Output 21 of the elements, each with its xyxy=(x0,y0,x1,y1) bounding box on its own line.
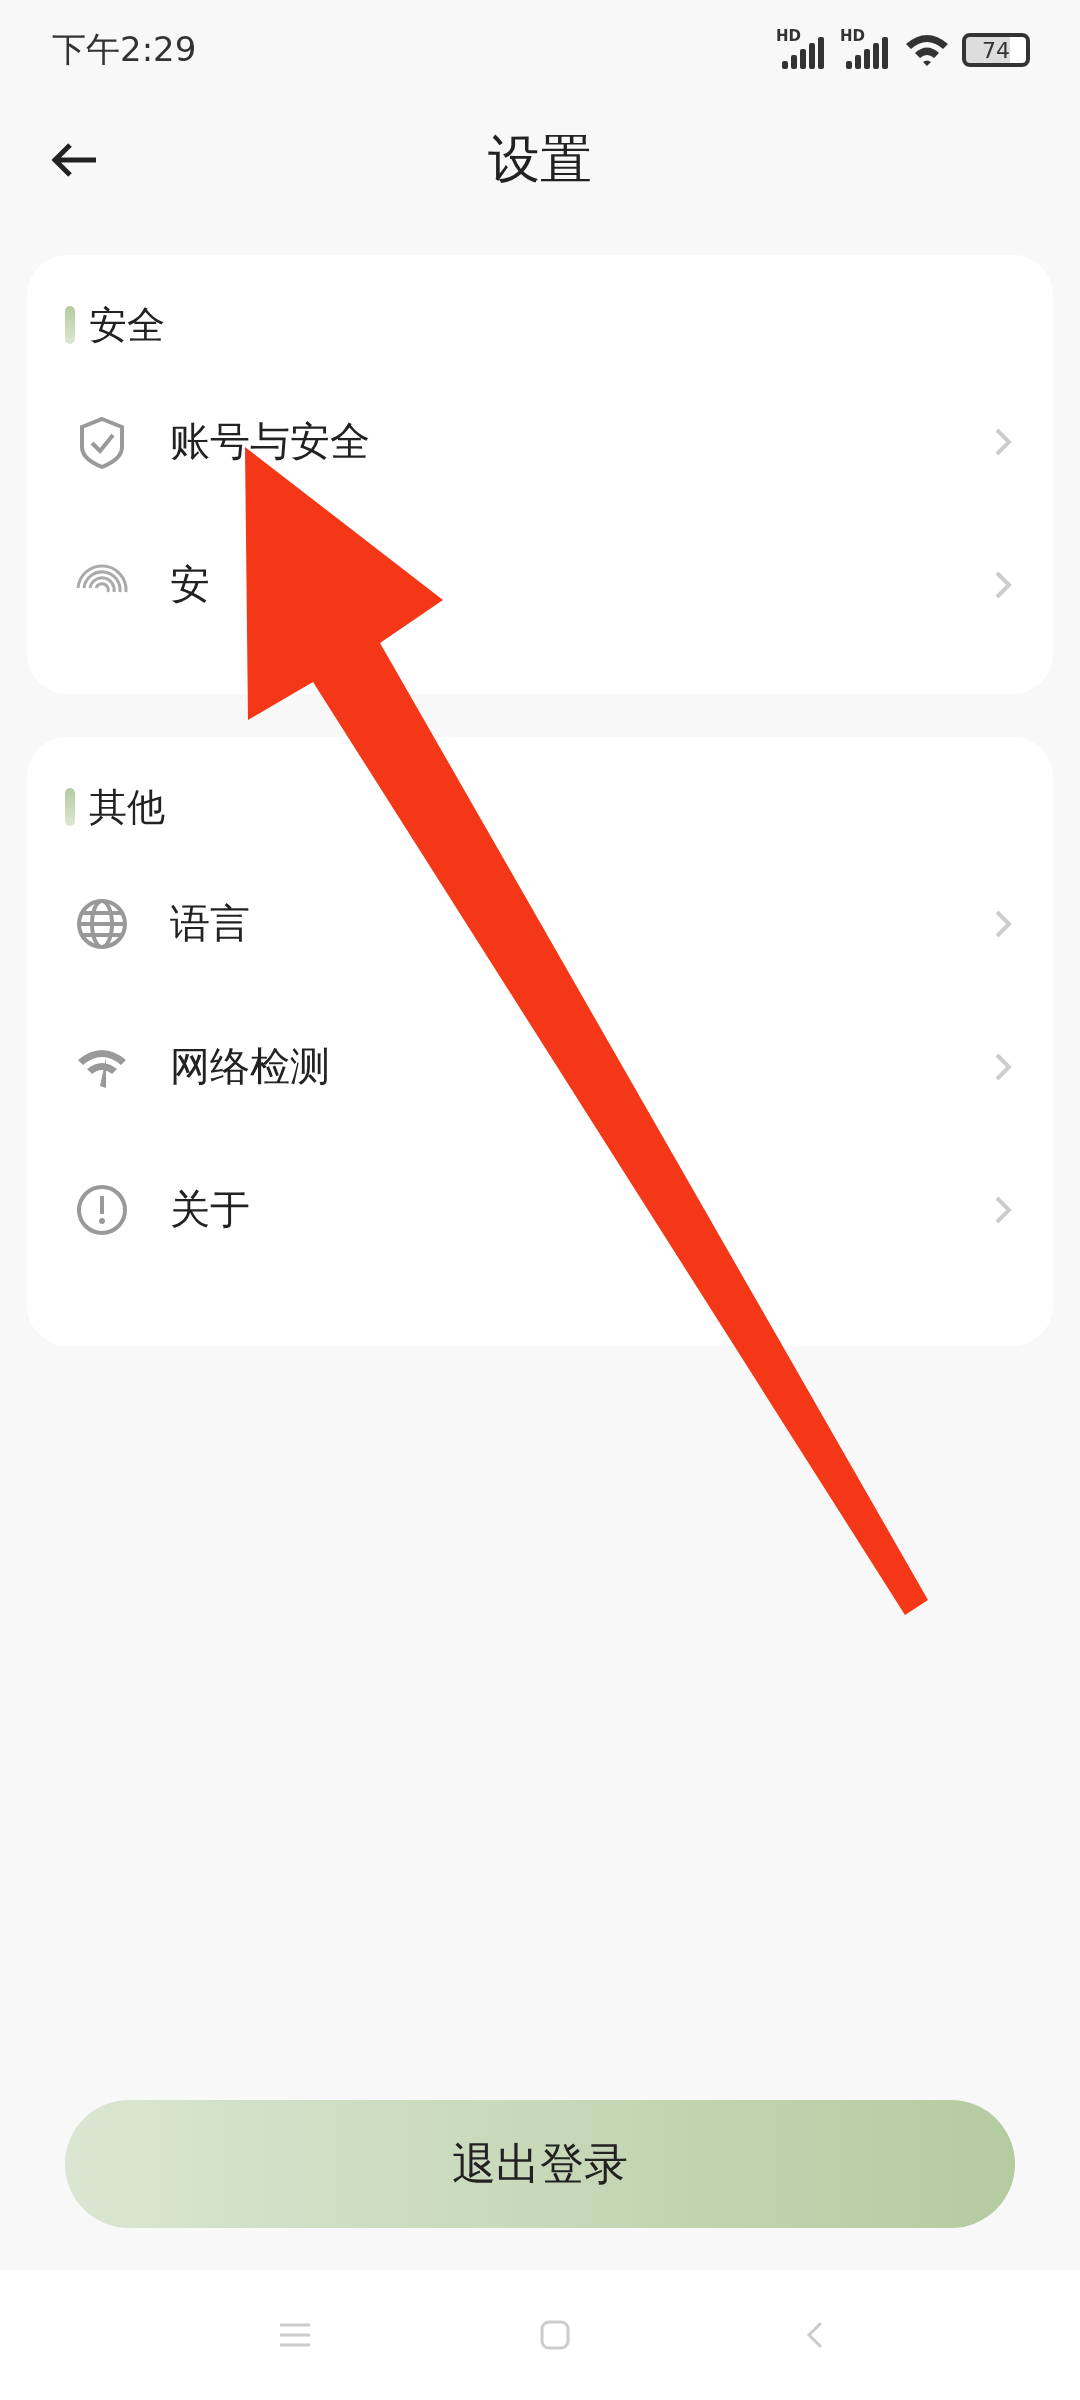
settings-item[interactable]: 安 xyxy=(170,557,210,612)
back-chevron-icon[interactable] xyxy=(805,2320,825,2350)
info-icon xyxy=(75,1182,129,1237)
globe-icon xyxy=(75,896,129,951)
section-title: 其他 xyxy=(89,783,165,831)
settings-item[interactable]: 账号与安全 xyxy=(170,414,370,469)
hd-label: HD xyxy=(776,27,801,45)
page-title: 设置 xyxy=(488,128,592,191)
battery-level: 74 xyxy=(962,33,1030,67)
home-square-icon[interactable] xyxy=(540,2320,570,2350)
section-title: 安全 xyxy=(89,301,165,349)
status-time: 下午2:29 xyxy=(52,28,197,71)
menu-icon[interactable] xyxy=(280,2322,310,2348)
section-marker xyxy=(65,788,75,826)
settings-item[interactable]: 语言 xyxy=(170,896,250,951)
section-marker xyxy=(65,306,75,344)
settings-item[interactable]: 关于 xyxy=(170,1182,250,1237)
wifi-icon xyxy=(904,32,950,68)
logout-button[interactable]: 退出登录 xyxy=(65,2100,1015,2228)
settings-item[interactable]: 网络检测 xyxy=(170,1039,330,1094)
hd-label: HD xyxy=(840,27,865,45)
